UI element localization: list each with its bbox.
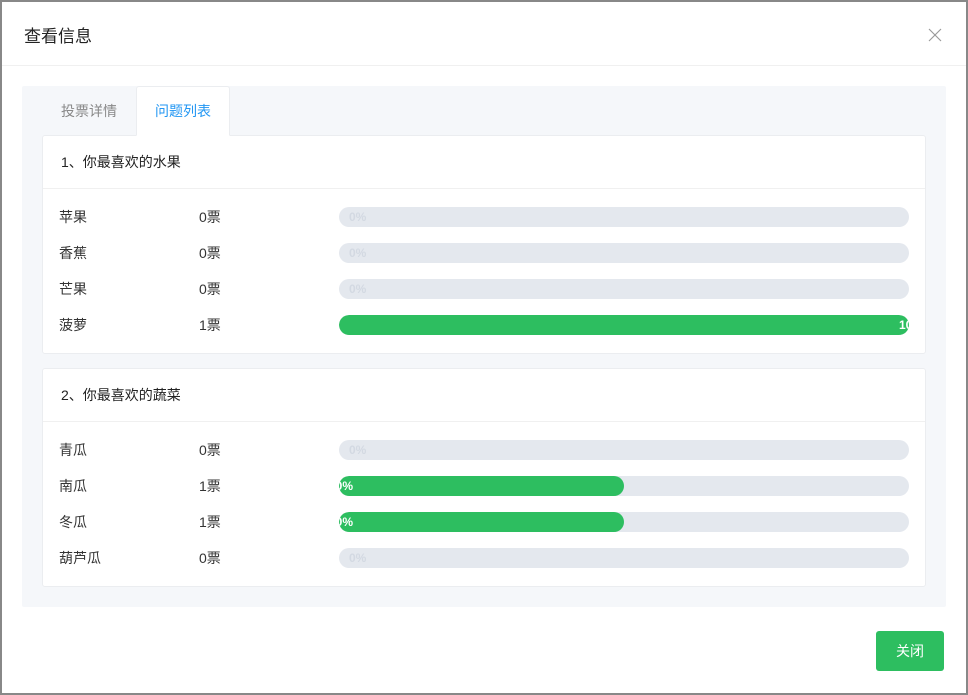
tab-question-list[interactable]: 问题列表 xyxy=(136,86,230,136)
percent-bar: 0% xyxy=(339,548,909,568)
option-row: 苹果0票 0% xyxy=(59,199,909,235)
option-votes: 0票 xyxy=(199,440,339,460)
option-name: 冬瓜 xyxy=(59,512,199,532)
option-name: 苹果 xyxy=(59,207,199,227)
option-row: 菠萝1票100% xyxy=(59,307,909,343)
option-row: 冬瓜1票50% xyxy=(59,504,909,540)
close-icon[interactable] xyxy=(926,26,944,44)
option-row: 青瓜0票 0% xyxy=(59,432,909,468)
percent-bar: 0% xyxy=(339,440,909,460)
option-votes: 0票 xyxy=(199,243,339,263)
option-votes: 1票 xyxy=(199,512,339,532)
modal-body: 投票详情 问题列表 1、你最喜欢的水果苹果0票0%香蕉0票0%芒果0票0%菠萝1… xyxy=(2,66,966,631)
option-row: 香蕉0票 0% xyxy=(59,235,909,271)
percent-label: 0% xyxy=(349,443,366,457)
percent-label: 0% xyxy=(349,282,366,296)
option-name: 芒果 xyxy=(59,279,199,299)
percent-bar-fill xyxy=(339,315,909,335)
close-button[interactable]: 关闭 xyxy=(876,631,944,671)
question-body: 青瓜0票0%南瓜1票50%冬瓜1票50%葫芦瓜0票0% xyxy=(43,422,925,586)
option-name: 南瓜 xyxy=(59,476,199,496)
percent-bar: 50% xyxy=(339,512,909,532)
percent-bar: 0% xyxy=(339,243,909,263)
option-row: 南瓜1票50% xyxy=(59,468,909,504)
percent-label: 0% xyxy=(349,210,366,224)
percent-bar: 50% xyxy=(339,476,909,496)
option-votes: 1票 xyxy=(199,476,339,496)
percent-bar: 0% xyxy=(339,207,909,227)
modal-dialog: 查看信息 投票详情 问题列表 1、你最喜欢的水果苹果0票0%香蕉0票0%芒果0票… xyxy=(2,2,966,693)
question-card: 2、你最喜欢的蔬菜青瓜0票0%南瓜1票50%冬瓜1票50%葫芦瓜0票0% xyxy=(42,368,926,587)
option-row: 芒果0票 0% xyxy=(59,271,909,307)
option-name: 香蕉 xyxy=(59,243,199,263)
percent-label: 0% xyxy=(349,551,366,565)
percent-label: 50% xyxy=(339,479,614,493)
option-votes: 0票 xyxy=(199,548,339,568)
question-title: 1、你最喜欢的水果 xyxy=(43,136,925,189)
percent-bar: 100% xyxy=(339,315,909,335)
question-body: 苹果0票0%香蕉0票0%芒果0票0%菠萝1票100% xyxy=(43,189,925,353)
question-card: 1、你最喜欢的水果苹果0票0%香蕉0票0%芒果0票0%菠萝1票100% xyxy=(42,135,926,354)
modal-header: 查看信息 xyxy=(2,2,966,66)
option-votes: 0票 xyxy=(199,279,339,299)
option-row: 葫芦瓜0票 0% xyxy=(59,540,909,576)
tab-voting-details[interactable]: 投票详情 xyxy=(42,86,136,136)
option-votes: 0票 xyxy=(199,207,339,227)
question-title: 2、你最喜欢的蔬菜 xyxy=(43,369,925,422)
modal-footer: 关闭 xyxy=(2,631,966,693)
percent-bar: 0% xyxy=(339,279,909,299)
tab-bar: 投票详情 问题列表 xyxy=(42,86,926,136)
percent-label: 0% xyxy=(349,246,366,260)
option-name: 菠萝 xyxy=(59,315,199,335)
percent-label: 50% xyxy=(339,515,614,529)
option-name: 葫芦瓜 xyxy=(59,548,199,568)
modal-title: 查看信息 xyxy=(24,22,92,47)
content-panel: 投票详情 问题列表 1、你最喜欢的水果苹果0票0%香蕉0票0%芒果0票0%菠萝1… xyxy=(22,86,946,607)
option-votes: 1票 xyxy=(199,315,339,335)
option-name: 青瓜 xyxy=(59,440,199,460)
